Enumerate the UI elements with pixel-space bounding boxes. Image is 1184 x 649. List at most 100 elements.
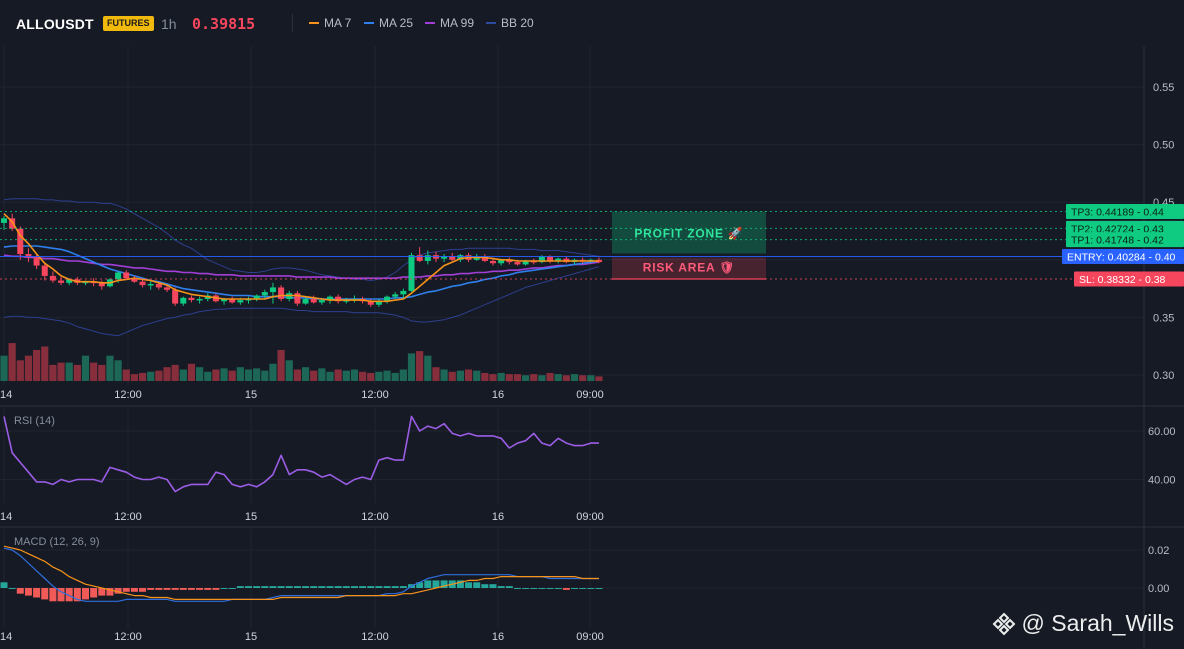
volume-bar — [554, 374, 562, 381]
ma25-swatch — [364, 22, 374, 24]
macd-histogram-bar — [350, 586, 358, 588]
volume-bar — [448, 371, 456, 381]
legend-bb20[interactable]: BB 20 — [486, 16, 534, 30]
volume-bar — [334, 369, 342, 381]
volume-bar — [301, 367, 310, 381]
volume-bar — [342, 370, 350, 381]
macd-histogram-bar — [253, 586, 261, 588]
volume-bar — [244, 369, 253, 381]
volume-bar — [367, 372, 375, 381]
volume-bar — [8, 343, 16, 381]
macd-histogram-bar — [326, 586, 334, 588]
candle-body — [392, 294, 399, 297]
volume-bar — [147, 371, 155, 381]
chart-canvas[interactable]: 0.550.500.450.400.350.3060.0040.000.020.… — [0, 0, 1184, 649]
volume-bar — [538, 375, 546, 381]
volume-bar — [464, 369, 473, 381]
macd-histogram-bar — [538, 588, 546, 589]
volume-bar — [391, 372, 399, 381]
price-tick-label: 0.30 — [1153, 370, 1174, 382]
price-tick-label: 0.35 — [1153, 312, 1174, 324]
time-tick-label: 14 — [0, 631, 12, 643]
rsi-tick-label: 40.00 — [1148, 475, 1176, 487]
candle-body — [155, 283, 162, 288]
volume-bar — [562, 375, 570, 381]
price-tick-label: 0.55 — [1153, 82, 1174, 94]
candle-body — [261, 292, 268, 296]
macd-histogram-bar — [245, 586, 252, 588]
volume-bar — [49, 364, 57, 381]
volume-bar — [57, 362, 65, 381]
volume-bar — [65, 362, 73, 381]
level-tag-text-sl: SL: 0.38332 - 0.38 — [1079, 274, 1166, 286]
volume-bar — [187, 363, 196, 381]
symbol-label[interactable]: ALLOUSDT — [16, 16, 94, 32]
volume-bar — [236, 367, 244, 381]
volume-bar — [326, 371, 334, 381]
volume-bar — [587, 375, 595, 381]
volume-bar — [16, 360, 24, 381]
macd-histogram-bar — [179, 588, 187, 590]
candle-body — [318, 300, 325, 303]
candle-body — [58, 280, 65, 283]
time-tick-label: 12:00 — [361, 389, 389, 401]
macd-histogram-bar — [579, 588, 587, 589]
legend-bb20-label: BB 20 — [501, 16, 534, 30]
volume-bar — [310, 370, 318, 381]
volume-bar — [456, 370, 464, 381]
time-tick-label: 12:00 — [114, 511, 142, 523]
macd-histogram-bar — [505, 586, 513, 588]
volume-bar — [204, 371, 212, 381]
volume-bar — [481, 372, 489, 381]
macd-histogram-bar — [220, 588, 228, 589]
rsi-title: RSI (14) — [14, 415, 55, 427]
volume-bar — [293, 369, 301, 381]
volume-bar — [122, 369, 130, 381]
volume-bar — [513, 374, 522, 381]
macd-histogram-bar — [196, 588, 204, 590]
legend-ma25[interactable]: MA 25 — [364, 16, 413, 30]
legend-ma99[interactable]: MA 99 — [425, 16, 474, 30]
volume-bar — [269, 363, 277, 381]
volume-bar — [416, 351, 424, 381]
time-tick-label: 15 — [245, 511, 257, 523]
macd-histogram-bar — [513, 588, 521, 589]
candle-body — [49, 275, 56, 281]
volume-bar — [171, 364, 179, 381]
level-tag-text-tp1: TP1: 0.41748 - 0.42 — [1071, 235, 1164, 247]
macd-histogram-bar — [163, 588, 171, 590]
candle-body — [1, 218, 7, 223]
macd-histogram-bar — [130, 588, 138, 592]
macd-histogram-bar — [212, 588, 220, 590]
macd-histogram-bar — [562, 588, 570, 590]
rsi-tick-label: 60.00 — [1148, 426, 1176, 438]
volume-bar — [73, 364, 81, 381]
macd-histogram-bar — [424, 580, 432, 588]
volume-bar — [0, 355, 8, 381]
volume-bar — [359, 371, 367, 381]
interval-label[interactable]: 1h — [161, 16, 177, 32]
volume-bar — [130, 374, 138, 381]
candle-body — [400, 290, 407, 295]
macd-histogram-bar — [310, 586, 318, 588]
time-tick-label: 14 — [0, 389, 12, 401]
candle-body — [514, 262, 521, 265]
volume-bar — [228, 370, 236, 381]
volume-bar — [440, 369, 448, 381]
futures-badge: FUTURES — [103, 16, 154, 31]
volume-bar — [432, 367, 440, 381]
macd-histogram-bar — [342, 586, 350, 588]
legend-ma7[interactable]: MA 7 — [309, 16, 351, 30]
time-tick-label: 12:00 — [114, 389, 142, 401]
time-tick-label: 16 — [492, 511, 504, 523]
candle-body — [490, 260, 496, 264]
macd-histogram-bar — [465, 582, 473, 588]
macd-histogram-bar — [41, 588, 49, 600]
candle-body — [278, 287, 285, 299]
candle-body — [33, 257, 40, 266]
legend-ma7-label: MA 7 — [324, 16, 352, 30]
watermark-text: @ Sarah_Wills — [1021, 610, 1174, 636]
candle-body — [180, 297, 187, 304]
volume-bar — [277, 349, 285, 381]
rsi-line — [3, 415, 599, 493]
